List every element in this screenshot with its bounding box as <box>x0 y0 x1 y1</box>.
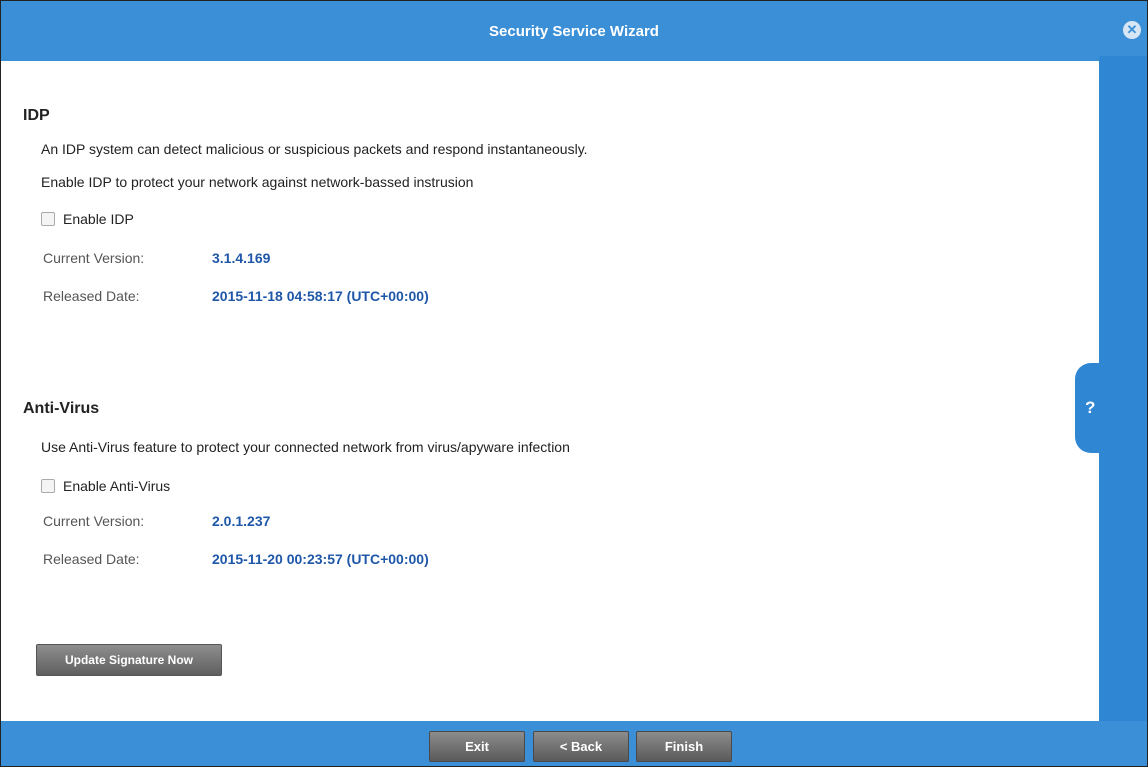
footer-bar: Exit < Back Finish <box>1 721 1147 766</box>
idp-version-value: 3.1.4.169 <box>212 250 271 266</box>
wizard-window: Security Service Wizard ✕ ? IDP An IDP s… <box>0 0 1148 767</box>
idp-version-label: Current Version: <box>43 250 145 266</box>
idp-title: IDP <box>23 107 50 124</box>
help-sidebar <box>1099 56 1147 721</box>
antivirus-date-value: 2015-11-20 00:23:57 (UTC+00:00) <box>212 551 429 567</box>
enable-antivirus-label: Enable Anti-Virus <box>63 478 171 494</box>
antivirus-version-value: 2.0.1.237 <box>212 513 271 529</box>
idp-date-value: 2015-11-18 04:58:17 (UTC+00:00) <box>212 288 429 304</box>
antivirus-version-label: Current Version: <box>43 513 145 529</box>
back-button[interactable]: < Back <box>533 731 629 762</box>
finish-button[interactable]: Finish <box>636 731 732 762</box>
update-signature-button[interactable]: Update Signature Now <box>36 644 222 676</box>
enable-idp-label: Enable IDP <box>63 211 134 227</box>
close-icon[interactable]: ✕ <box>1123 21 1141 39</box>
enable-antivirus-checkbox-row[interactable]: Enable Anti-Virus <box>41 478 170 494</box>
window-title: Security Service Wizard <box>489 22 659 40</box>
antivirus-description: Use Anti-Virus feature to protect your c… <box>41 439 570 455</box>
idp-date-label: Released Date: <box>43 288 140 304</box>
idp-enable-description: Enable IDP to protect your network again… <box>41 174 474 190</box>
antivirus-title: Anti-Virus <box>23 400 100 417</box>
exit-button[interactable]: Exit <box>429 731 525 762</box>
antivirus-date-label: Released Date: <box>43 551 140 567</box>
title-bar: Security Service Wizard ✕ <box>1 1 1147 61</box>
enable-antivirus-checkbox[interactable] <box>41 479 55 493</box>
wizard-content: IDP An IDP system can detect malicious o… <box>1 61 1091 721</box>
enable-idp-checkbox[interactable] <box>41 212 55 226</box>
idp-description: An IDP system can detect malicious or su… <box>41 141 588 157</box>
enable-idp-checkbox-row[interactable]: Enable IDP <box>41 211 134 227</box>
